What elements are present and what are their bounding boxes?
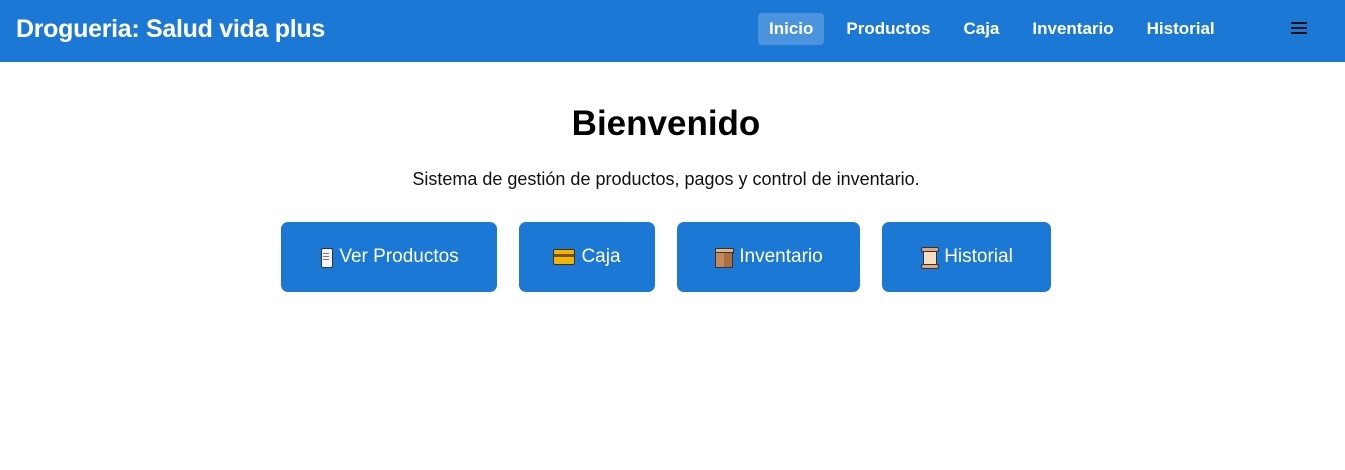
nav-item-inicio[interactable]: Inicio [758, 13, 825, 45]
inventario-label: Inventario [739, 246, 823, 267]
credit-card-icon [553, 249, 576, 265]
historial-label: Historial [944, 246, 1013, 267]
nav-item-productos[interactable]: Productos [835, 13, 941, 45]
hamburger-menu-icon[interactable] [1291, 22, 1307, 35]
scroll-page-icon [319, 247, 334, 268]
page-title: Bienvenido [571, 104, 761, 143]
historial-button[interactable]: Historial [882, 222, 1051, 292]
inventario-button[interactable]: Inventario [677, 222, 860, 292]
package-box-icon [714, 247, 735, 268]
parchment-scroll-icon [920, 247, 940, 269]
nav-item-inventario[interactable]: Inventario [1021, 13, 1124, 45]
nav-item-caja[interactable]: Caja [952, 13, 1010, 45]
nav-links: Inicio Productos Caja Inventario Histori… [758, 13, 1226, 45]
ver-productos-button[interactable]: Ver Productos [281, 222, 497, 292]
caja-label: Caja [581, 246, 621, 267]
ver-productos-label: Ver Productos [339, 246, 459, 267]
caja-button[interactable]: Caja [519, 222, 655, 292]
page-subtitle: Sistema de gestión de productos, pagos y… [412, 169, 920, 189]
brand-title[interactable]: Drogueria: Salud vida plus [16, 13, 325, 45]
top-navbar: Drogueria: Salud vida plus Inicio Produc… [0, 0, 1345, 62]
nav-item-historial[interactable]: Historial [1136, 13, 1226, 45]
